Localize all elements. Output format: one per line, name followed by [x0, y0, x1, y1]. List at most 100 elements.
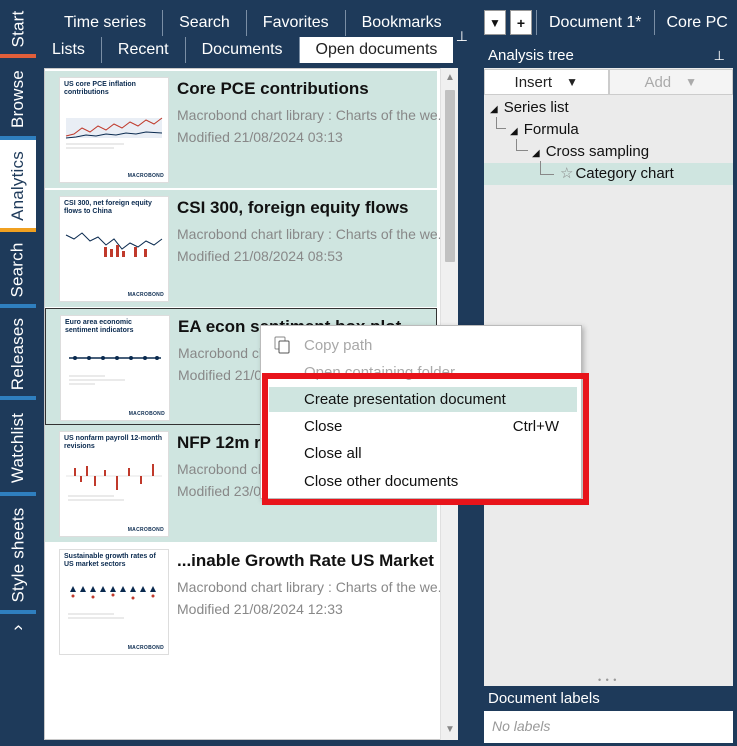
document-thumbnail: US nonfarm payroll 12-month revisions MA…: [59, 431, 169, 537]
tab-core-pce[interactable]: Core PC: [653, 10, 737, 35]
pin-icon[interactable]: ⊥: [456, 28, 468, 45]
menu-item-close-other-documents[interactable]: Close other documents: [261, 469, 581, 494]
list-item-core-pce[interactable]: US core PCE inflation contributions MACR…: [45, 71, 443, 188]
tree-node-label: Cross sampling: [545, 143, 650, 160]
expanded-triangle-icon: ◢: [532, 148, 540, 159]
scroll-up-icon[interactable]: ▲: [444, 72, 456, 84]
vertical-tab-bar: Start Browse Analytics Search Releases W…: [0, 0, 36, 746]
caret-down-icon[interactable]: ▼: [484, 10, 506, 35]
caret-down-icon: ▼: [566, 75, 578, 89]
menu-item-close[interactable]: Close Ctrl+W: [261, 414, 581, 439]
vtab-browse[interactable]: Browse: [0, 58, 36, 140]
splitter-grip[interactable]: • • •: [598, 675, 617, 685]
tree-node-label: Series list: [503, 99, 569, 116]
tree-node-series-list[interactable]: ◢ Series list: [490, 97, 569, 119]
macrobond-logo: MACROBOND: [127, 292, 164, 298]
thumbnail-title: Sustainable growth rates of US market se…: [64, 553, 156, 568]
thumbnail-chart: [68, 586, 156, 619]
vtab-style-sheets[interactable]: Style sheets: [0, 496, 36, 614]
vtab-search[interactable]: Search: [0, 232, 36, 308]
tab-time-series[interactable]: Time series: [48, 10, 164, 36]
expanded-triangle-icon: ◢: [490, 104, 498, 115]
tab-search[interactable]: Search: [163, 10, 247, 36]
tab-bookmarks[interactable]: Bookmarks: [346, 10, 458, 36]
vtab-style-sheets-label: Style sheets: [8, 507, 28, 603]
macrobond-logo: MACROBOND: [128, 411, 165, 417]
tab-recent[interactable]: Recent: [102, 37, 186, 63]
tree-node-formula[interactable]: ◢ Formula: [510, 119, 579, 141]
scroll-down-icon[interactable]: ▼: [444, 724, 456, 736]
document-library: Macrobond chart library : Charts of the …: [177, 579, 444, 595]
tree-connector: [540, 161, 554, 175]
menu-item-label: Close all: [304, 445, 362, 462]
top-tab-row-1: Time series Search Favorites Bookmarks: [48, 10, 458, 36]
document-thumbnail: Euro area economic sentiment indicators …: [60, 315, 170, 421]
analysis-tree-header: Analysis tree ⊥: [484, 43, 733, 68]
thumbnail-chart: [65, 117, 163, 149]
document-modified: Modified 21/08/2024 03:13: [177, 129, 343, 145]
tree-node-cross-sampling[interactable]: ◢ Cross sampling: [532, 141, 649, 163]
vtab-start-label: Start: [8, 10, 27, 48]
document-thumbnail: CSI 300, net foreign equity flows to Chi…: [59, 196, 169, 302]
vtab-releases[interactable]: Releases: [0, 308, 36, 400]
tree-node-label: Formula: [523, 121, 579, 138]
macrobond-logo: MACROBOND: [127, 173, 164, 179]
document-thumbnail: US core PCE inflation contributions MACR…: [59, 77, 169, 183]
vtab-browse-label: Browse: [8, 70, 28, 128]
document-title: Core PCE contributions: [177, 79, 369, 98]
document-thumbnail: Sustainable growth rates of US market se…: [59, 549, 169, 655]
caret-down-icon: ▼: [685, 75, 698, 89]
document-modified: Modified 21/08/2024 12:33: [177, 601, 343, 617]
menu-item-label: Copy path: [304, 337, 373, 354]
menu-item-label: Close: [304, 418, 343, 435]
insert-button[interactable]: Insert ▼: [484, 69, 609, 95]
tab-document-1[interactable]: Document 1*: [536, 10, 654, 35]
top-tab-row-2: Lists Recent Documents Open documents: [48, 37, 454, 63]
tab-lists[interactable]: Lists: [48, 37, 102, 63]
copy-icon: [274, 336, 290, 354]
menu-item-label: Create presentation document: [304, 391, 506, 408]
vtab-releases-label: Releases: [8, 317, 28, 391]
thumbnail-chart: [65, 232, 163, 257]
menu-item-shortcut: Ctrl+W: [512, 418, 559, 435]
tree-node-label: Category chart: [575, 165, 674, 182]
menu-item-label: Close other documents: [304, 473, 459, 490]
analysis-toolbar: Insert ▼ Add ▼: [484, 69, 733, 95]
vtab-watchlist-label: Watchlist: [8, 412, 27, 484]
thumbnail-title: US nonfarm payroll 12-month revisions: [64, 435, 163, 450]
menu-item-open-containing-folder[interactable]: Open containing folder: [261, 360, 581, 385]
vtab-watchlist[interactable]: Watchlist: [0, 400, 36, 496]
thumbnail-chart: [69, 356, 161, 385]
menu-item-create-presentation[interactable]: Create presentation document: [269, 387, 577, 412]
list-item-sustainable-growth[interactable]: Sustainable growth rates of US market se…: [45, 543, 443, 660]
vtab-analytics[interactable]: Analytics: [0, 140, 36, 232]
tab-documents[interactable]: Documents: [186, 37, 300, 63]
document-labels-header: Document labels: [484, 686, 733, 711]
document-labels-field[interactable]: No labels: [484, 711, 733, 743]
thumbnail-title: US core PCE inflation contributions: [64, 81, 136, 96]
list-item-csi-300[interactable]: CSI 300, net foreign equity flows to Chi…: [45, 190, 443, 307]
document-tab-bar: ▼ + Document 1* Core PC: [484, 10, 737, 35]
document-library: Macrobond chart library : Charts of the …: [177, 107, 444, 123]
analysis-tree-title: Analysis tree: [488, 47, 574, 64]
menu-item-label: Open containing folder: [304, 364, 455, 381]
tree-node-category-chart[interactable]: ☆ Category chart: [484, 163, 733, 185]
tree-connector: [516, 139, 528, 151]
scrollbar-thumb[interactable]: [445, 90, 455, 262]
thumbnail-title: CSI 300, net foreign equity flows to Chi…: [64, 200, 152, 215]
thumbnail-chart: [66, 464, 162, 501]
vtab-start[interactable]: Start: [0, 0, 36, 58]
menu-item-copy-path[interactable]: Copy path: [261, 333, 581, 358]
vtab-search-label: Search: [8, 242, 28, 298]
menu-item-close-all[interactable]: Close all: [261, 441, 581, 466]
tab-favorites[interactable]: Favorites: [247, 10, 346, 36]
tab-open-documents[interactable]: Open documents: [299, 37, 454, 63]
macrobond-logo: MACROBOND: [127, 527, 164, 533]
add-button[interactable]: Add ▼: [608, 69, 733, 95]
pin-icon[interactable]: ⊥: [714, 43, 725, 68]
document-title: CSI 300, foreign equity flows: [177, 198, 409, 217]
vtab-analytics-label: Analytics: [8, 151, 28, 221]
vtab-expand-button[interactable]: ›: [0, 614, 36, 640]
star-icon: ☆: [560, 165, 574, 182]
plus-icon[interactable]: +: [510, 10, 532, 35]
